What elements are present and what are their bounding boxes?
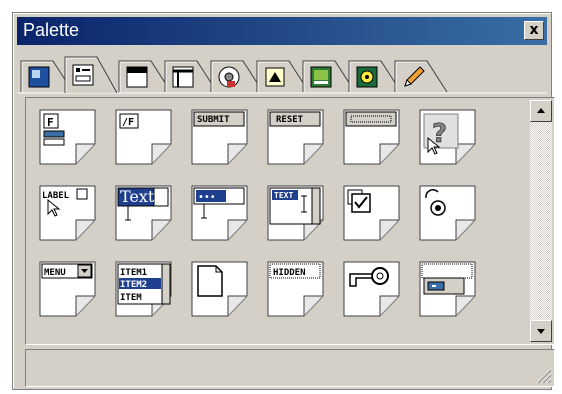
common-icon [28, 66, 50, 88]
media-icon [218, 66, 240, 88]
radio-button-icon[interactable] [418, 184, 478, 244]
text-field-label: Text [120, 187, 155, 206]
form-label: F [47, 116, 54, 129]
tab-strip [17, 49, 547, 95]
list-item-3: ITEM [120, 293, 142, 303]
submit-label: SUBMIT [197, 115, 230, 125]
scroll-down-button[interactable] [530, 320, 552, 342]
reset-button-icon[interactable]: RESET [266, 108, 326, 168]
file-field-icon[interactable] [190, 260, 250, 320]
end-form-icon[interactable]: /F [114, 108, 174, 168]
palette-panel: F /F SUBMIT RESET ? LABEL Text ••• TEXT … [25, 97, 555, 345]
submit-button-icon[interactable]: SUBMIT [190, 108, 250, 168]
menu-label: MENU [44, 268, 66, 278]
forms-icon [72, 64, 94, 86]
frames-icon [126, 66, 148, 88]
list-item-2: ITEM2 [120, 280, 147, 290]
objects-icon [265, 67, 285, 87]
hidden-label: HIDDEN [273, 268, 306, 278]
list-box-icon[interactable]: ITEM1 ITEM2 ITEM [114, 260, 174, 320]
vertical-scrollbar[interactable] [530, 100, 552, 342]
unknown-tag-icon[interactable]: ? [418, 108, 478, 168]
window-title: Palette [23, 20, 80, 40]
list-item-1: ITEM1 [120, 268, 147, 278]
button-icon[interactable] [342, 108, 402, 168]
label-text: LABEL [42, 191, 70, 201]
images-icon [310, 66, 332, 88]
keygen-icon[interactable] [342, 260, 402, 320]
reset-label: RESET [276, 115, 304, 125]
close-button[interactable]: x [524, 21, 544, 40]
end-form-label: /F [122, 117, 134, 128]
hidden-field-icon[interactable]: HIDDEN [266, 260, 326, 320]
password-field-icon[interactable]: ••• [190, 184, 250, 244]
tab-forms[interactable] [63, 55, 119, 93]
textarea-icon[interactable]: TEXT [266, 184, 326, 244]
up-arrow-icon [537, 108, 545, 113]
status-bar [25, 349, 555, 387]
image-button-icon[interactable] [418, 260, 478, 320]
palette-grid: F /F SUBMIT RESET ? LABEL Text ••• TEXT … [30, 102, 518, 338]
menu-icon[interactable]: MENU [38, 260, 98, 320]
multimedia-icon [356, 66, 378, 88]
title-bar[interactable]: Palette x [17, 17, 547, 45]
password-dots: ••• [198, 192, 216, 203]
palette-window: Palette x F /F SUBMIT RESET ? LABEL Text… [12, 12, 555, 390]
form-icon[interactable]: F [38, 108, 98, 168]
layout-icon [172, 66, 194, 88]
checkbox-icon[interactable] [342, 184, 402, 244]
scroll-up-button[interactable] [530, 100, 552, 122]
tab-draw[interactable] [393, 59, 473, 93]
resize-grip-icon[interactable] [534, 366, 552, 384]
down-arrow-icon [537, 329, 545, 334]
label-icon[interactable]: LABEL [38, 184, 98, 244]
textarea-label: TEXT [274, 191, 293, 200]
text-field-icon[interactable]: Text [114, 184, 174, 244]
